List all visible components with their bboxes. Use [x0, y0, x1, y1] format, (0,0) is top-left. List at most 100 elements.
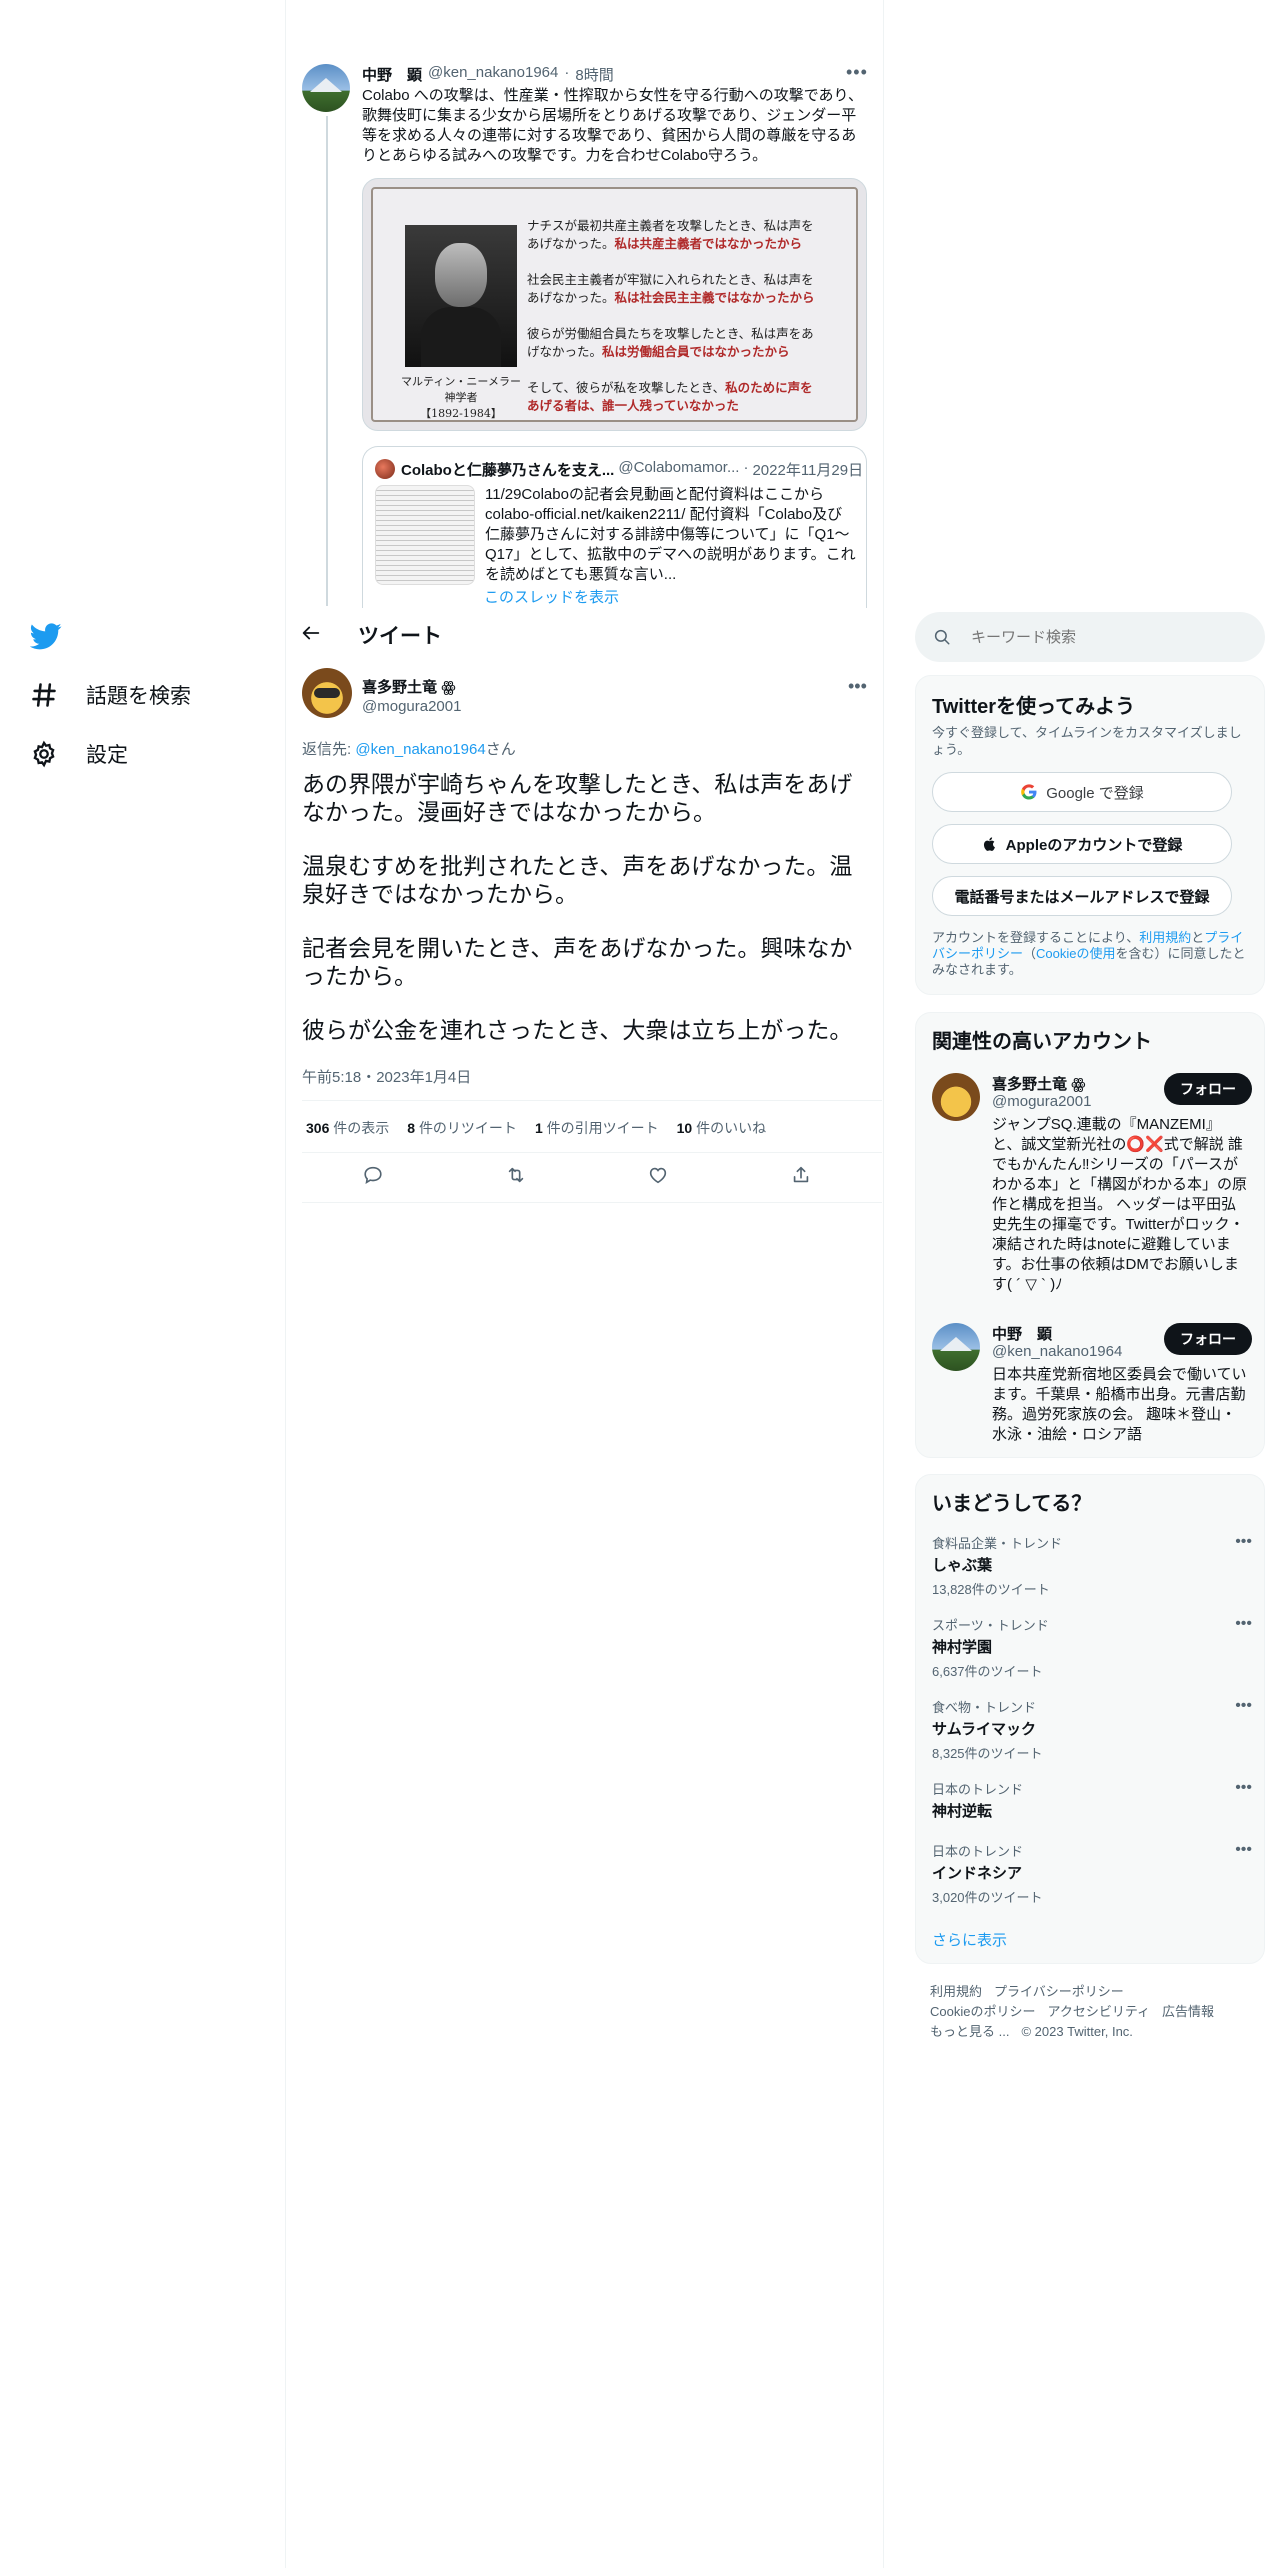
- footer-terms-link[interactable]: 利用規約: [930, 1984, 982, 1999]
- related-title: 関連性の高いアカウント: [932, 1031, 1152, 1053]
- trend-name: インドネシア: [932, 1865, 1023, 1882]
- like-icon[interactable]: [647, 1164, 669, 1186]
- avatar[interactable]: [932, 1323, 980, 1371]
- search-box[interactable]: [915, 612, 1265, 662]
- more-icon[interactable]: •••: [846, 62, 868, 83]
- context-tweet-image[interactable]: マルティン・ニーメラー 神学者 【1892-1984】 ナチスが最初共産主義者を…: [362, 178, 867, 431]
- tweet-paragraph: 彼らが公金を連れさったとき、大衆は立ち上がった。: [302, 1017, 853, 1043]
- account-name[interactable]: 中野 顕: [992, 1323, 1052, 1344]
- quoted-author-handle: @Colabomamor...: [618, 459, 740, 476]
- phone-signup-label: 電話番号またはメールアドレスで登録: [954, 888, 1210, 906]
- quotes-stat[interactable]: 1 件の引用ツイート: [535, 1118, 659, 1138]
- more-icon[interactable]: •••: [1235, 1615, 1252, 1633]
- trend-name: サムライマック: [932, 1721, 1036, 1738]
- retweets-stat[interactable]: 8 件のリツイート: [407, 1118, 517, 1138]
- dot-separator: ·: [564, 64, 570, 81]
- cookie-link[interactable]: Cookieの使用: [1036, 946, 1115, 961]
- avatar[interactable]: [932, 1073, 980, 1121]
- badge-icon: ꙮ: [441, 679, 456, 696]
- more-icon[interactable]: •••: [1235, 1697, 1252, 1715]
- context-avatar[interactable]: [302, 64, 350, 112]
- trend-count: 6,637件のツイート: [932, 1664, 1043, 1679]
- context-author-name[interactable]: 中野 顕: [362, 64, 422, 85]
- more-icon[interactable]: •••: [1235, 1533, 1252, 1551]
- follow-button[interactable]: フォロー: [1164, 1073, 1252, 1105]
- apple-signup-label: Appleのアカウントで登録: [1005, 836, 1183, 854]
- thread-line: [326, 116, 328, 606]
- trend-item[interactable]: 日本のトレンド 神村逆転 •••: [932, 1779, 1252, 1821]
- tweet-paragraph: あの界隈が宇崎ちゃんを攻撃したとき、私は声をあげなかった。漫画好きではなかったか…: [302, 771, 853, 825]
- likes-stat[interactable]: 10 件のいいね: [677, 1118, 766, 1138]
- poem-stanza-4: そして、彼らが私を攻撃したとき、私のために声を あげる者は、誰一人残っていなかっ…: [527, 380, 813, 413]
- google-icon: [1021, 784, 1037, 800]
- related-accounts-panel: 関連性の高いアカウント 喜多野土竜 ꙮ @mogura2001 フォロー ジャン…: [915, 1012, 1265, 1458]
- signup-terms: アカウントを登録することにより、利用規約とプライバシーポリシー（Cookieの使…: [932, 930, 1246, 977]
- tweet-timestamp[interactable]: 午前5:18・2023年1月4日: [302, 1066, 471, 1087]
- trends-panel: いまどうしてる？ 食料品企業・トレンド しゃぶ葉 13,828件のツイート ••…: [915, 1474, 1265, 1964]
- trend-category: 食料品企業・トレンド: [932, 1536, 1063, 1551]
- quoted-tweet-card[interactable]: Colaboと仁藤夢乃さんを支え... @Colabomamor... · 20…: [362, 446, 867, 608]
- trend-item[interactable]: 食べ物・トレンド サムライマック 8,325件のツイート •••: [932, 1697, 1252, 1762]
- footer-more-link[interactable]: もっと見る ...: [930, 2024, 1009, 2039]
- google-signup-button[interactable]: Google で登録: [932, 772, 1232, 812]
- context-tweet-text: Colabo への攻撃は、性産業・性搾取から女性を守る行動への攻撃であり、歌舞伎…: [362, 87, 863, 164]
- divider: [302, 1152, 882, 1153]
- context-author-handle[interactable]: @ken_nakano1964: [428, 64, 558, 85]
- views-stat: 306 件の表示: [306, 1120, 390, 1136]
- trends-title: いまどうしてる？: [932, 1493, 1092, 1515]
- nav-explore[interactable]: 話題を検索: [30, 670, 191, 720]
- more-icon[interactable]: •••: [1235, 1841, 1252, 1859]
- trend-item[interactable]: スポーツ・トレンド 神村学園 6,637件のツイート •••: [932, 1615, 1252, 1680]
- main-avatar[interactable]: [302, 668, 352, 718]
- hashtag-icon: [32, 683, 56, 707]
- quoted-date: 2022年11月29日: [752, 462, 864, 479]
- footer-ads-link[interactable]: 広告情報: [1162, 2004, 1214, 2019]
- show-more-link[interactable]: さらに表示: [932, 1929, 1007, 1950]
- account-handle[interactable]: @mogura2001: [992, 1093, 1091, 1110]
- back-arrow-icon[interactable]: [300, 622, 324, 646]
- page-title: ツイート: [358, 625, 442, 648]
- trend-count: 13,828件のツイート: [932, 1582, 1050, 1597]
- retweet-icon[interactable]: [505, 1164, 527, 1186]
- trend-name: しゃぶ葉: [932, 1557, 993, 1574]
- apple-icon: [983, 837, 995, 851]
- poem-stanza-2: 社会民主主義者が牢獄に入れられたとき、私は声を あげなかった。私は社会民主主義で…: [527, 272, 815, 305]
- apple-signup-button[interactable]: Appleのアカウントで登録: [932, 824, 1232, 864]
- show-thread-link[interactable]: このスレッドを表示: [484, 586, 619, 607]
- trend-category: 日本のトレンド: [932, 1844, 1024, 1859]
- account-handle[interactable]: @ken_nakano1964: [992, 1343, 1122, 1360]
- twitter-logo-icon[interactable]: [29, 620, 70, 660]
- trend-category: 食べ物・トレンド: [932, 1700, 1037, 1715]
- trend-category: スポーツ・トレンド: [932, 1618, 1049, 1633]
- trend-count: 8,325件のツイート: [932, 1746, 1043, 1761]
- terms-link[interactable]: 利用規約: [1139, 930, 1191, 945]
- search-icon: [934, 629, 950, 645]
- footer-privacy-link[interactable]: プライバシーポリシー: [994, 1984, 1124, 1999]
- trend-item[interactable]: 食料品企業・トレンド しゃぶ葉 13,828件のツイート •••: [932, 1533, 1252, 1598]
- main-author-name[interactable]: 喜多野土竜 ꙮ: [362, 676, 456, 697]
- signup-note: 今すぐ登録して、タイムラインをカスタマイズしましょう。: [932, 725, 1242, 757]
- trend-category: 日本のトレンド: [932, 1782, 1024, 1797]
- right-divider: [883, 0, 884, 2568]
- search-input[interactable]: [971, 628, 1231, 646]
- trend-item[interactable]: 日本のトレンド インドネシア 3,020件のツイート •••: [932, 1841, 1252, 1906]
- footer-accessibility-link[interactable]: アクセシビリティ: [1047, 2004, 1150, 2019]
- share-icon[interactable]: [790, 1164, 812, 1186]
- image-frame: マルティン・ニーメラー 神学者 【1892-1984】 ナチスが最初共産主義者を…: [371, 187, 858, 422]
- tweet-paragraph: 温泉むすめを批判されたとき、声をあげなかった。温泉好きではなかったから。: [302, 853, 853, 907]
- reply-icon[interactable]: [362, 1164, 384, 1186]
- main-author-handle[interactable]: @mogura2001: [362, 698, 461, 715]
- footer-cookie-link[interactable]: Cookieのポリシー: [930, 2004, 1035, 2019]
- context-time[interactable]: 8時間: [575, 64, 613, 85]
- reply-to-handle[interactable]: @ken_nakano1964: [355, 741, 485, 758]
- nav-settings[interactable]: 設定: [30, 729, 128, 779]
- account-name[interactable]: 喜多野土竜 ꙮ: [992, 1073, 1086, 1094]
- more-icon[interactable]: •••: [848, 676, 867, 697]
- quoted-author-name: Colaboと仁藤夢乃さんを支え...: [401, 462, 615, 479]
- more-icon[interactable]: •••: [1235, 1779, 1252, 1797]
- follow-button[interactable]: フォロー: [1164, 1323, 1252, 1355]
- caption-years: 【1892-1984】: [420, 407, 502, 420]
- phone-email-signup-button[interactable]: 電話番号またはメールアドレスで登録: [932, 876, 1232, 916]
- nav-settings-label: 設定: [86, 744, 128, 767]
- poem-stanza-3: 彼らが労働組合員たちを攻撃したとき、私は声をあ げなかった。私は労働組合員ではな…: [527, 326, 814, 359]
